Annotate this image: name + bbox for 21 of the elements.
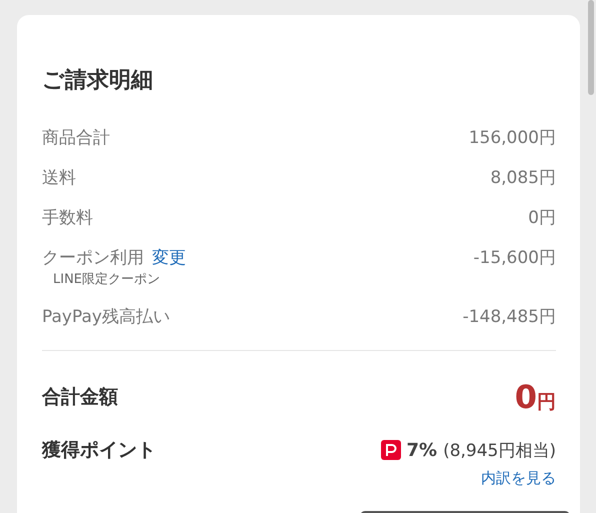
points-equivalent: (8,945円相当) [443, 440, 556, 462]
row-label: クーポン利用 [42, 246, 144, 268]
row-amount: 8,085円 [490, 166, 556, 188]
row-label: 商品合計 [42, 126, 110, 148]
section-title: ご請求明細 [42, 67, 154, 95]
points-logo-icon [380, 440, 400, 460]
row-label: PayPay残高払い [42, 306, 170, 328]
currency-unit: 円 [537, 390, 556, 415]
total-label: 合計金額 [42, 385, 118, 410]
row-label: 送料 [42, 166, 76, 188]
points-label: 獲得ポイント [42, 438, 156, 463]
row-label: 手数料 [42, 206, 93, 228]
points-rate: 7% [406, 440, 438, 460]
total-amount: 0 [514, 378, 537, 416]
row-amount: 156,000円 [468, 126, 556, 148]
row-amount: -15,600円 [473, 246, 556, 268]
row-amount: 0円 [528, 206, 556, 228]
coupon-note: LINE限定クーポン [52, 271, 162, 288]
breakdown-link[interactable]: 内訳を見る [481, 469, 556, 488]
change-link[interactable]: 変更 [152, 246, 186, 268]
row-amount: -148,485円 [462, 306, 556, 328]
